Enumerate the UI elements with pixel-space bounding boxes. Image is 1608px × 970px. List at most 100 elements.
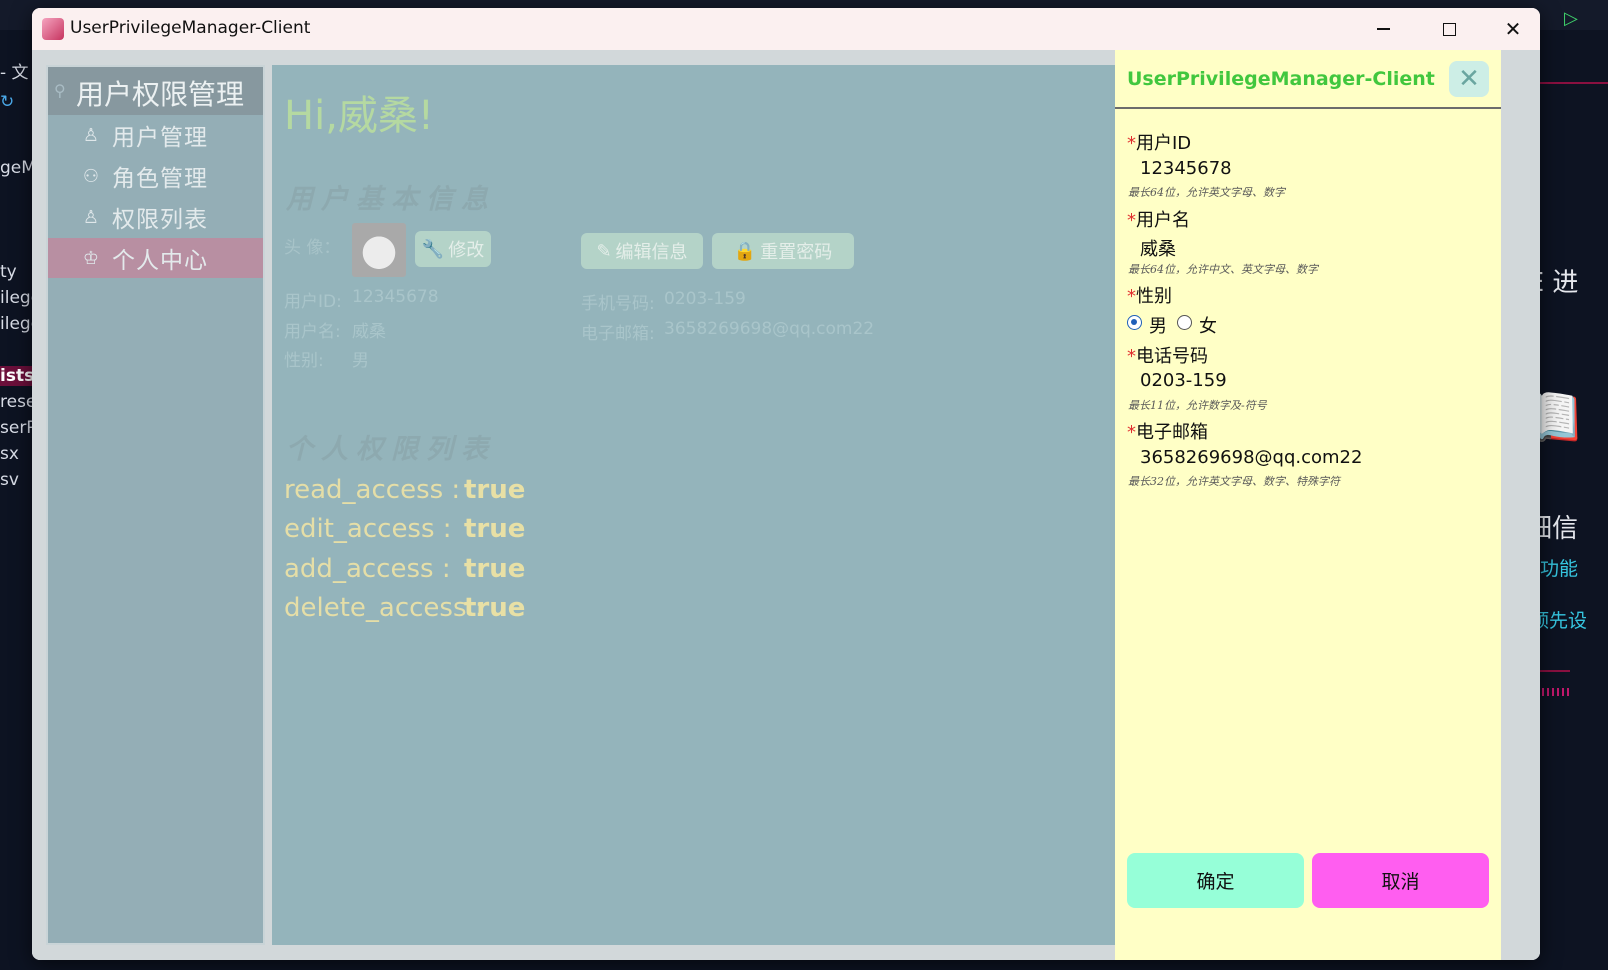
confirm-button[interactable]: 确定 [1127, 853, 1304, 908]
maximize-icon [1442, 22, 1456, 36]
crown-icon: ♔ [82, 247, 100, 269]
avatar-label: 头 像： [284, 238, 341, 258]
label-text: 性别 [1136, 286, 1172, 307]
phone-value: 0203-159 [664, 289, 746, 309]
drawer-close-button[interactable]: ✕ [1449, 61, 1489, 97]
gender-male-label[interactable]: 男 [1149, 312, 1167, 338]
gender-value: 男 [352, 351, 369, 371]
permission-row: add_access : true [284, 554, 525, 584]
username-label: 用户名: [284, 322, 341, 342]
user-id-input[interactable]: 12345678 [1140, 158, 1232, 179]
email-input[interactable]: 3658269698@qq.com22 [1140, 447, 1362, 468]
sidebar-item-label: 权限列表 [112, 207, 208, 233]
label-text: 用户ID [1136, 133, 1192, 154]
sidebar-item-label: 用户管理 [112, 125, 208, 151]
lock-icon: 🔒 [733, 240, 757, 262]
sidebar-item-role-management[interactable]: ⚇ 角色管理 [48, 156, 263, 196]
close-icon: ✕ [1458, 64, 1480, 94]
gender-male-radio[interactable] [1127, 315, 1142, 330]
user-id-label: 用户ID: [284, 292, 342, 312]
sidebar-header: ⚲ 用户权限管理 [48, 67, 263, 115]
permission-value: true [464, 593, 526, 623]
minimize-button[interactable] [1354, 12, 1412, 46]
permission-value: true [464, 554, 526, 584]
permission-key: edit_access : [284, 514, 452, 544]
greeting: Hi,威桑! [284, 93, 434, 139]
close-icon: ✕ [1504, 17, 1522, 41]
ide-welcome-fragment: IDE 进 📖 详细信 解新功能 ke 预先设 [1500, 30, 1608, 970]
required-mark: * [1127, 210, 1136, 231]
user-id-value: 12345678 [352, 287, 439, 307]
basic-info-title: 用户基本信息 [286, 184, 496, 215]
email-field-label: *电子邮箱 [1127, 418, 1208, 444]
sidebar-item-label: 角色管理 [112, 166, 208, 192]
permission-value: true [464, 514, 526, 544]
phone-input[interactable]: 0203-159 [1140, 370, 1227, 391]
sidebar-item-label: 个人中心 [112, 248, 208, 274]
email-value: 3658269698@qq.com22 [664, 319, 875, 339]
user-icon: ♙ [82, 124, 100, 146]
required-mark: * [1127, 346, 1136, 367]
phone-row: 手机号码: 0203-159 [581, 289, 746, 314]
sidebar-item-permission-list[interactable]: ♙ 权限列表 [48, 197, 263, 237]
phone-field-label: *电话号码 [1127, 342, 1208, 368]
label-text: 电话号码 [1136, 346, 1208, 367]
gender-field-label: *性别 [1127, 282, 1172, 308]
gender-label: 性别: [284, 351, 324, 371]
permission-row: delete_access :true [284, 593, 525, 623]
gender-row: 性别: 男 [284, 346, 369, 371]
username-field-label: *用户名 [1127, 206, 1190, 232]
reset-pwd-label: 重置密码 [760, 242, 833, 263]
ide-fragment: sx [0, 444, 19, 464]
permission-list-title: 个人权限列表 [286, 434, 496, 465]
permission-row: read_access : true [284, 475, 525, 505]
required-mark: * [1127, 422, 1136, 443]
gender-female-radio[interactable] [1177, 315, 1192, 330]
permission-key: add_access : [284, 554, 451, 584]
app-logo-icon [42, 18, 64, 40]
avatar [352, 223, 406, 277]
modify-label: 修改 [448, 240, 485, 261]
close-button[interactable]: ✕ [1484, 12, 1540, 46]
cancel-button[interactable]: 取消 [1312, 853, 1489, 908]
wrench-icon: 🔧 [421, 238, 445, 260]
reset-password-button[interactable]: 🔒 重置密码 [712, 233, 854, 269]
phone-hint: 最长11位，允许数字及-符号 [1128, 399, 1267, 412]
edit-user-drawer: UserPrivilegeManager-Client ✕ *用户ID 1234… [1115, 50, 1501, 960]
window-title: UserPrivilegeManager-Client [70, 18, 311, 38]
username-value: 威桑 [352, 322, 386, 342]
divider [1540, 82, 1608, 84]
required-mark: * [1127, 286, 1136, 307]
drawer-title: UserPrivilegeManager-Client [1127, 68, 1435, 90]
refresh-icon[interactable]: ↻ [0, 92, 14, 112]
username-input[interactable]: 威桑 [1140, 235, 1176, 261]
client-area: ⚲ 用户权限管理 ♙ 用户管理 ⚇ 角色管理 ♙ 权限列表 ♔ 个人中心 Hi,… [32, 50, 1540, 960]
username-hint: 最长64位，允许中文、英文字母、数字 [1128, 263, 1318, 276]
ide-fragment: sv [0, 470, 19, 490]
modify-avatar-button[interactable]: 🔧 修改 [415, 231, 491, 267]
label-text: 用户名 [1136, 210, 1190, 231]
sidebar-title: 用户权限管理 [76, 78, 245, 111]
phone-label: 手机号码: [581, 294, 655, 314]
edit-icon: ✎ [596, 240, 612, 262]
permission-row: edit_access : true [284, 514, 525, 544]
title-bar[interactable]: UserPrivilegeManager-Client ✕ [32, 8, 1540, 50]
label-text: 电子邮箱 [1136, 422, 1208, 443]
maximize-button[interactable] [1420, 12, 1478, 46]
permission-value: true [464, 475, 526, 505]
main-content: Hi,威桑! 用户基本信息 头 像： 🔧 修改 ✎ 编辑信息 🔒 重置密码 用户… [272, 65, 1117, 945]
edit-info-button[interactable]: ✎ 编辑信息 [581, 233, 703, 269]
user-lock-icon: ⚲ [54, 81, 66, 100]
permission-key: read_access : [284, 475, 461, 505]
sidebar-item-personal-center[interactable]: ♔ 个人中心 [48, 238, 263, 278]
gender-female-label[interactable]: 女 [1199, 312, 1217, 338]
sidebar-item-user-management[interactable]: ♙ 用户管理 [48, 115, 263, 155]
app-window: UserPrivilegeManager-Client ✕ ⚲ 用户权限管理 ♙… [32, 8, 1540, 960]
edit-info-label: 编辑信息 [615, 242, 688, 263]
user-key-icon: ♙ [82, 206, 100, 228]
run-icon[interactable]: ▷ [1564, 8, 1578, 29]
ide-fragment: - 文 [0, 63, 29, 83]
divider [1115, 107, 1501, 109]
user-id-field-label: *用户ID [1127, 129, 1191, 155]
user-id-row: 用户ID: 12345678 [284, 287, 439, 312]
